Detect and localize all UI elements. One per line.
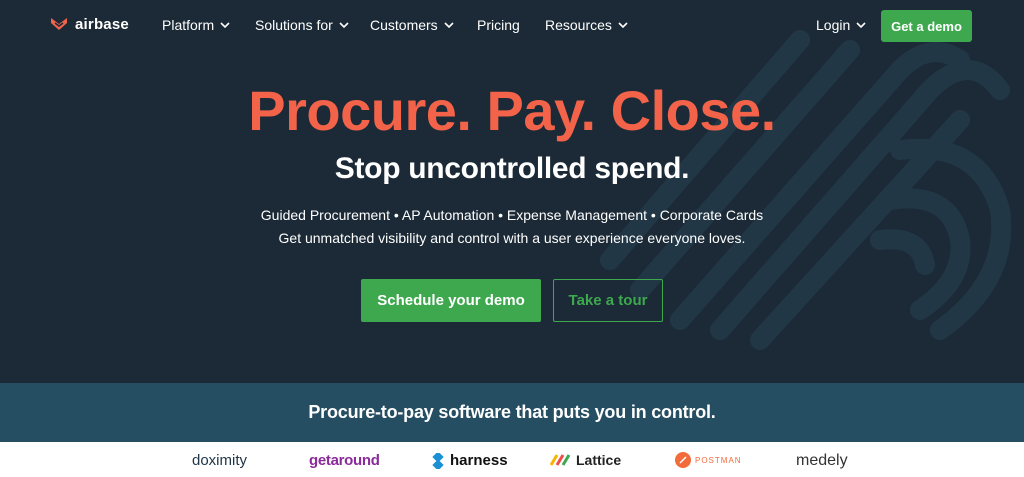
- harness-icon: [432, 452, 444, 469]
- customer-logos-strip: doximity getaround harness Lattice POSTM…: [0, 442, 1024, 477]
- nav-customers[interactable]: Customers: [370, 17, 454, 33]
- doximity-logo-text: doximity: [192, 452, 248, 469]
- nav-platform[interactable]: Platform: [162, 17, 230, 33]
- hero-tagline: Get unmatched visibility and control wit…: [278, 230, 746, 246]
- doximity-logo: doximity: [192, 452, 247, 469]
- nav-login-label: Login: [816, 17, 851, 33]
- getaround-logo-text: getaround: [309, 452, 380, 469]
- nav-pricing-label: Pricing: [477, 17, 520, 33]
- airbase-logo[interactable]: airbase: [49, 14, 129, 34]
- hero-subhead: Stop uncontrolled spend.: [334, 152, 690, 185]
- nav-platform-label: Platform: [162, 17, 215, 33]
- medely-logo: medely: [796, 452, 848, 470]
- schedule-demo-button[interactable]: Schedule your demo: [361, 279, 541, 322]
- postman-logo: POSTMAN: [675, 452, 742, 468]
- chevron-down-icon: [444, 22, 454, 29]
- chevron-down-icon: [856, 22, 866, 29]
- logo-text: airbase: [75, 15, 129, 33]
- harness-logo-text: harness: [450, 452, 508, 469]
- nav-login[interactable]: Login: [816, 17, 866, 33]
- value-prop-text: Procure-to-pay software that puts you in…: [308, 402, 716, 422]
- page: airbase Platform Solutions for Customers…: [0, 0, 1024, 477]
- nav-customers-label: Customers: [370, 17, 438, 33]
- getaround-logo: getaround: [309, 452, 380, 469]
- lattice-logo: Lattice: [550, 452, 621, 468]
- lattice-icon: [550, 454, 571, 466]
- nav-resources-label: Resources: [545, 17, 612, 33]
- nav-solutions-for[interactable]: Solutions for: [255, 17, 349, 33]
- harness-logo: harness: [430, 452, 508, 469]
- postman-icon: [675, 452, 691, 468]
- lattice-logo-text: Lattice: [576, 452, 622, 468]
- hero-headline: Procure. Pay. Close.: [248, 79, 776, 142]
- nav-solutions-label: Solutions for: [255, 17, 333, 33]
- top-navigation: airbase Platform Solutions for Customers…: [0, 0, 1024, 50]
- hero-features-list: Guided Procurement • AP Automation • Exp…: [260, 207, 764, 223]
- get-a-demo-button[interactable]: Get a demo: [881, 10, 972, 42]
- airbase-logo-icon: [51, 18, 67, 30]
- value-prop-band: Procure-to-pay software that puts you in…: [0, 383, 1024, 442]
- take-a-tour-button[interactable]: Take a tour: [553, 279, 663, 322]
- postman-logo-text: POSTMAN: [695, 455, 742, 465]
- chevron-down-icon: [220, 22, 230, 29]
- chevron-down-icon: [618, 22, 628, 29]
- nav-pricing[interactable]: Pricing: [477, 17, 520, 33]
- nav-resources[interactable]: Resources: [545, 17, 628, 33]
- medely-logo-text: medely: [796, 452, 848, 469]
- chevron-down-icon: [339, 22, 349, 29]
- hero-background: [0, 0, 1024, 383]
